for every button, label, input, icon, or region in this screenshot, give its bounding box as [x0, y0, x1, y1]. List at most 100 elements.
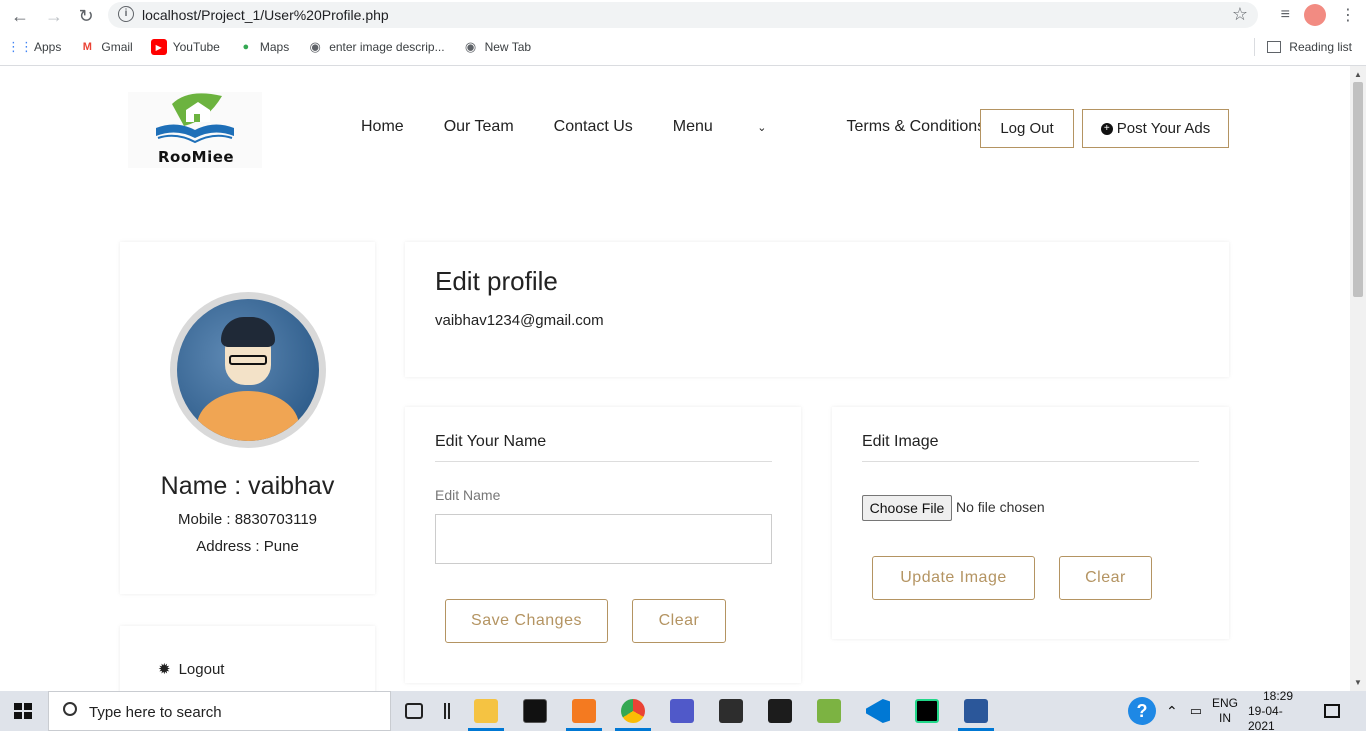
- word-icon[interactable]: [964, 699, 988, 723]
- address-bar[interactable]: i localhost/Project_1/User%20Profile.php…: [108, 2, 1258, 28]
- nav-contact-us[interactable]: Contact Us: [554, 118, 633, 136]
- search-icon: [63, 702, 77, 716]
- nav-home[interactable]: Home: [361, 118, 404, 136]
- scroll-up-icon[interactable]: ▲: [1354, 70, 1362, 79]
- taskbar-search-placeholder: Type here to search: [89, 704, 222, 721]
- region-text: IN: [1219, 711, 1231, 725]
- notification-icon[interactable]: [1324, 691, 1340, 731]
- browser-toolbar: ← → ↻ i localhost/Project_1/User%20Profi…: [0, 0, 1366, 66]
- widget-icon[interactable]: [444, 703, 450, 719]
- edit-image-divider: [862, 461, 1199, 462]
- update-image-button[interactable]: Update Image: [872, 556, 1035, 600]
- tab-search-icon[interactable]: ≡: [1281, 6, 1290, 24]
- taskbar-search[interactable]: Type here to search: [48, 691, 391, 731]
- reading-list[interactable]: Reading list: [1254, 38, 1352, 56]
- edit-image-title: Edit Image: [862, 433, 939, 450]
- avatar-glasses: [229, 355, 267, 365]
- teams-icon[interactable]: [670, 699, 694, 723]
- save-changes-button[interactable]: Save Changes: [445, 599, 608, 643]
- choose-file-button[interactable]: Choose File: [862, 495, 952, 521]
- help-icon[interactable]: ?: [1128, 697, 1156, 725]
- pycharm-icon[interactable]: [915, 699, 939, 723]
- url-text: localhost/Project_1/User%20Profile.php: [142, 7, 389, 23]
- bookmarks-bar: ⋮⋮ Apps M Gmail ▶ YouTube ● Maps ◉ enter imag…: [0, 36, 537, 58]
- chrome-icon[interactable]: [621, 699, 645, 723]
- avatar: [170, 292, 326, 448]
- reading-list-icon: [1267, 41, 1282, 53]
- globe-icon: ◉: [464, 39, 477, 54]
- profile-email: vaibhav1234@gmail.com: [435, 312, 604, 329]
- post-ads-button[interactable]: + Post Your Ads: [1082, 109, 1229, 148]
- file-explorer-icon[interactable]: [474, 699, 498, 723]
- sidebar-menu-card: ✹ Logout: [120, 626, 375, 691]
- sidebar-logout-link[interactable]: ✹ Logout: [158, 660, 225, 679]
- scroll-thumb[interactable]: [1353, 82, 1363, 297]
- info-icon[interactable]: i: [118, 6, 134, 22]
- sidebar-logout-label: Logout: [178, 660, 225, 678]
- bookmark-image-desc[interactable]: ◉ enter image descrip...: [307, 39, 445, 55]
- clock-time: 18:29: [1262, 688, 1294, 703]
- nav-terms[interactable]: Terms & Conditions: [846, 118, 985, 136]
- bookmark-separator: [1254, 38, 1256, 56]
- logout-button[interactable]: Log Out: [980, 109, 1074, 148]
- system-tray: ? ⌃ ▭: [1128, 691, 1202, 731]
- chevron-up-icon[interactable]: ⌃: [1166, 703, 1178, 720]
- reload-icon[interactable]: ↻: [74, 4, 98, 28]
- maps-pin-icon: ●: [242, 41, 250, 53]
- more-menu-icon[interactable]: ⋮: [1340, 5, 1356, 25]
- clear-image-button[interactable]: Clear: [1059, 556, 1152, 600]
- avatar-hair: [221, 317, 275, 347]
- vscode-icon[interactable]: [866, 699, 890, 723]
- edit-name-title: Edit Your Name: [435, 433, 547, 450]
- youtube-icon: ▶: [150, 39, 167, 55]
- apps-grid-icon: ⋮⋮: [7, 39, 33, 54]
- site-logo[interactable]: RooMiee: [128, 92, 262, 168]
- page-content: RooMiee Home Our Team Contact Us Menu ⌄ …: [0, 66, 1350, 691]
- scroll-down-icon[interactable]: ▼: [1354, 678, 1362, 687]
- bookmark-youtube[interactable]: ▶ YouTube: [150, 39, 220, 55]
- nav-menu-label: Menu: [672, 118, 713, 135]
- language-indicator[interactable]: ENG IN: [1212, 691, 1238, 731]
- windows-start-icon[interactable]: [14, 703, 32, 719]
- nav-menu[interactable]: Menu ⌄: [673, 118, 807, 136]
- profile-name: Name : vaibhav: [160, 472, 335, 500]
- xampp-icon[interactable]: [572, 699, 596, 723]
- avatar-body: [197, 391, 299, 441]
- bookmark-new-tab[interactable]: ◉ New Tab: [463, 39, 531, 55]
- clock[interactable]: 18:29 19-04-2021: [1248, 688, 1308, 733]
- windows-taskbar: Type here to search ? ⌃ ▭ ENG IN 18:29 1…: [0, 688, 1366, 733]
- edit-name-card: Edit Your Name Edit Name Save Changes Cl…: [405, 407, 801, 683]
- task-view-icon[interactable]: [405, 703, 423, 719]
- post-ads-label: Post Your Ads: [1116, 120, 1211, 137]
- forward-icon[interactable]: →: [42, 4, 66, 28]
- edit-profile-card: Edit profile vaibhav1234@gmail.com: [405, 242, 1229, 377]
- notepad-icon[interactable]: [817, 699, 841, 723]
- lang-text: ENG: [1212, 696, 1239, 710]
- code-editor-icon[interactable]: [719, 699, 743, 723]
- page-scrollbar[interactable]: ▲ ▼: [1350, 66, 1366, 691]
- edit-profile-title: Edit profile: [435, 266, 558, 296]
- mysql-icon[interactable]: [768, 699, 792, 723]
- logo-book-house-icon: [156, 93, 234, 144]
- terminal-icon[interactable]: [523, 699, 547, 723]
- profile-card: Name : vaibhav Mobile : 8830703119 Addre…: [120, 242, 375, 594]
- gear-icon: ✹: [158, 661, 171, 678]
- edit-name-divider: [435, 461, 772, 462]
- bookmark-gmail[interactable]: M Gmail: [79, 39, 133, 55]
- network-icon[interactable]: ▭: [1190, 703, 1202, 719]
- clock-date: 19-04-2021: [1248, 703, 1283, 733]
- logo-text: RooMiee: [158, 148, 235, 166]
- profile-avatar-icon[interactable]: [1304, 4, 1326, 26]
- edit-name-input[interactable]: [435, 514, 772, 564]
- clear-name-button[interactable]: Clear: [632, 599, 726, 643]
- bookmark-maps[interactable]: ● Maps: [238, 39, 290, 55]
- chevron-down-icon: ⌄: [757, 122, 767, 134]
- no-file-text: No file chosen: [956, 499, 1045, 515]
- bookmark-apps[interactable]: ⋮⋮ Apps: [7, 39, 61, 55]
- nav-our-team[interactable]: Our Team: [444, 118, 514, 136]
- main-nav: Home Our Team Contact Us Menu ⌄ Terms & …: [361, 118, 1025, 136]
- bookmark-star-icon[interactable]: ☆: [1232, 4, 1248, 25]
- globe-icon: ◉: [309, 39, 321, 54]
- back-icon[interactable]: ←: [8, 4, 32, 28]
- profile-address: Address : Pune: [196, 538, 299, 555]
